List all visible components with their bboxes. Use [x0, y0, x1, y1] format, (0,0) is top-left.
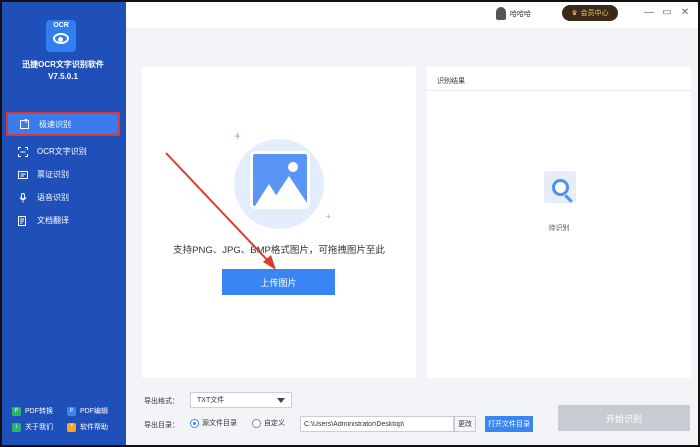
vip-label: 会员中心 — [580, 10, 609, 17]
radio-unchecked-icon — [252, 418, 261, 428]
sidebar-item-label: 极速识别 — [39, 119, 71, 129]
sidebar-item-translate[interactable]: 文档翻译 — [0, 209, 126, 232]
sidebar-item-label: 票证识别 — [37, 170, 69, 179]
link-label: 关于我们 — [25, 424, 53, 431]
title-bar: 哈哈哈 ♛ 会员中心 — ▭ ✕ — [126, 0, 700, 28]
chevron-down-icon — [277, 398, 285, 403]
sidebar-item-ocr[interactable]: OCR文字识别 — [0, 140, 126, 163]
app-title: 迅捷OCR文字识别软件 — [22, 60, 104, 69]
result-title: 识别结果 — [437, 78, 465, 85]
app-logo: OCR — [46, 20, 76, 52]
export-format-value: TXT文件 — [197, 397, 225, 404]
change-dir-button[interactable]: 更改 — [454, 416, 476, 432]
export-path-input[interactable] — [300, 416, 454, 432]
vip-center-button[interactable]: ♛ 会员中心 — [562, 5, 618, 21]
info-icon: i — [12, 422, 21, 432]
export-format-select[interactable]: TXT文件 — [190, 392, 292, 408]
ticket-icon — [18, 170, 28, 180]
scan-frame-icon — [18, 146, 28, 157]
app-version: V7.5.0.1 — [48, 72, 78, 81]
image-icon — [250, 151, 310, 209]
radio-checked-icon — [190, 418, 199, 428]
search-document-icon — [542, 167, 580, 205]
avatar[interactable] — [496, 7, 506, 20]
export-format-label: 导出格式： — [144, 398, 179, 405]
help-link[interactable]: ? 软件帮助 — [67, 422, 122, 432]
upload-image-button[interactable]: 上传图片 — [222, 269, 335, 295]
radio-label: 源文件目录 — [202, 420, 237, 427]
sidebar: OCR 迅捷OCR文字识别软件 V7.5.0.1 极速识别 OCR文字识别 票证… — [0, 0, 126, 447]
link-label: PDF编辑 — [80, 408, 108, 415]
app-name: 迅捷OCR文字识别软件 V7.5.0.1 — [0, 59, 126, 83]
bottom-links: P PDF转换 P PDF编辑 i 关于我们 ? 软件帮助 — [12, 403, 122, 435]
plus-icon: + — [234, 129, 242, 143]
pdf-convert-link[interactable]: P PDF转换 — [12, 406, 67, 416]
radio-source-dir[interactable]: 源文件目录 — [190, 418, 237, 428]
upload-hint: 支持PNG、JPG、BMP格式图片，可拖拽图片至此 — [173, 245, 385, 256]
sidebar-item-label: OCR文字识别 — [37, 147, 87, 156]
sidebar-item-label: 文档翻译 — [37, 216, 69, 225]
microphone-icon — [18, 192, 28, 203]
pdf-edit-icon: P — [67, 406, 76, 416]
close-icon[interactable]: ✕ — [678, 6, 692, 20]
start-recognition-button[interactable]: 开始识别 — [558, 405, 690, 431]
logo-text: OCR — [53, 22, 69, 29]
username[interactable]: 哈哈哈 — [510, 9, 531, 19]
result-panel: 识别结果 待识别 — [427, 67, 691, 378]
crown-icon: ♛ — [571, 10, 578, 17]
upload-panel[interactable]: + + 支持PNG、JPG、BMP格式图片，可拖拽图片至此 上传图片 — [142, 67, 416, 378]
minimize-icon[interactable]: — — [642, 6, 656, 20]
divider — [427, 90, 691, 91]
image-upload-icon — [20, 119, 30, 129]
sidebar-item-label: 语音识别 — [37, 193, 69, 202]
radio-label: 自定义 — [264, 420, 285, 427]
open-dir-button[interactable]: 打开文件目录 — [485, 416, 533, 432]
help-icon: ? — [67, 422, 76, 432]
link-label: 软件帮助 — [80, 424, 108, 431]
plus-icon: + — [326, 212, 331, 221]
pdf-convert-icon: P — [12, 406, 21, 416]
about-link[interactable]: i 关于我们 — [12, 422, 67, 432]
restore-icon[interactable]: ▭ — [660, 6, 674, 20]
result-status: 待识别 — [548, 225, 570, 232]
pdf-edit-link[interactable]: P PDF编辑 — [67, 406, 122, 416]
sidebar-item-fast-recognition[interactable]: 极速识别 — [6, 112, 120, 136]
radio-custom-dir[interactable]: 自定义 — [252, 418, 285, 428]
main-content: + + 支持PNG、JPG、BMP格式图片，可拖拽图片至此 上传图片 识别结果 … — [126, 28, 700, 447]
sidebar-item-voice[interactable]: 语音识别 — [0, 186, 126, 209]
sidebar-nav: 极速识别 OCR文字识别 票证识别 语音识别 文档翻译 — [0, 112, 126, 232]
export-dir-label: 导出目录： — [144, 422, 179, 429]
eye-icon — [53, 33, 69, 44]
link-label: PDF转换 — [25, 408, 53, 415]
sidebar-item-ticket[interactable]: 票证识别 — [0, 163, 126, 186]
translate-icon — [18, 215, 28, 226]
